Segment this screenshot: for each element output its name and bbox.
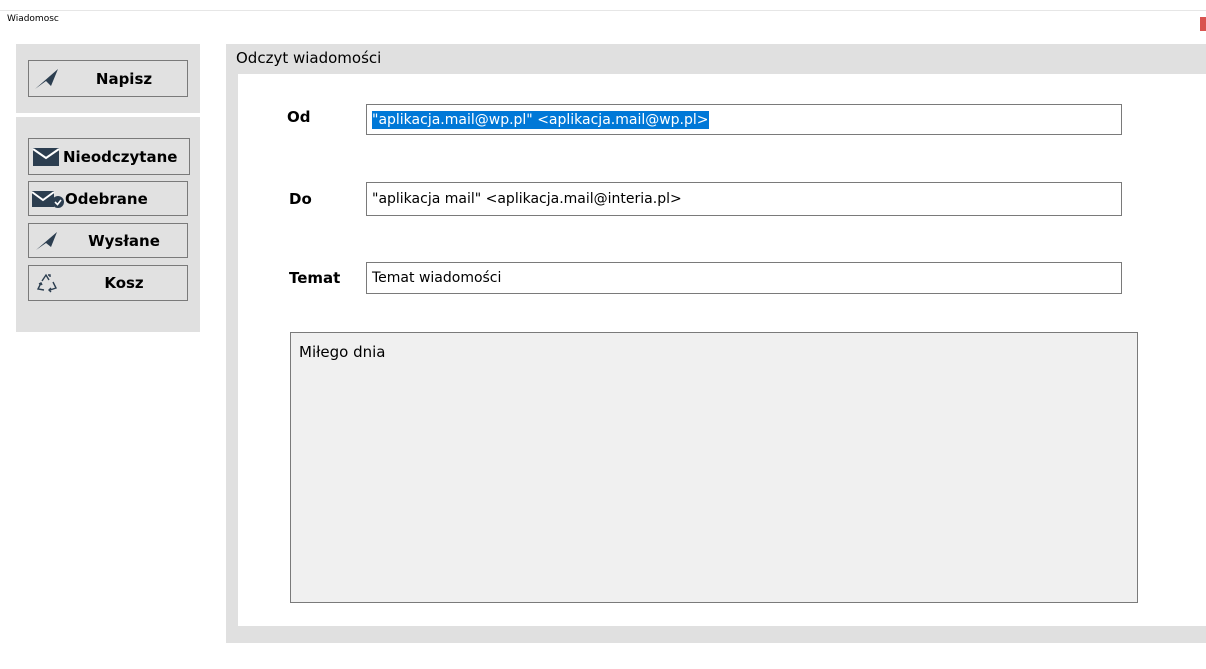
folders-panel: Nieodczytane Odebrane Wysłane Kosz [16, 117, 200, 332]
from-label: Od [287, 108, 311, 126]
envelope-icon [31, 147, 61, 167]
subject-label: Temat [289, 269, 341, 287]
window-title: Wiadomosc [7, 14, 59, 24]
folder-unread-label: Nieodczytane [63, 147, 178, 166]
folder-received-button[interactable]: Odebrane [28, 181, 188, 216]
folder-sent-label: Wysłane [88, 231, 160, 250]
folder-unread-button[interactable]: Nieodczytane [28, 138, 190, 175]
from-value: "aplikacja.mail@wp.pl" <aplikacja.mail@w… [372, 110, 709, 129]
paper-plane-icon [33, 231, 61, 251]
paper-plane-icon [33, 68, 61, 90]
panel-title: Odczyt wiadomości [236, 49, 382, 67]
compose-button[interactable]: Napisz [28, 60, 188, 97]
subject-value: Temat wiadomości [372, 270, 502, 286]
to-label: Do [289, 190, 312, 208]
message-body-text: Miłego dnia [299, 343, 386, 361]
close-button[interactable] [1200, 17, 1206, 31]
envelope-check-icon [31, 189, 65, 209]
title-bar: Wiadomosc [0, 0, 1206, 31]
folder-trash-label: Kosz [104, 274, 144, 292]
message-body[interactable]: Miłego dnia [290, 332, 1138, 603]
folder-received-label: Odebrane [65, 189, 148, 208]
folder-trash-button[interactable]: Kosz [28, 265, 188, 301]
to-field[interactable]: "aplikacja mail" <aplikacja.mail@interia… [366, 182, 1122, 216]
compose-panel: Napisz [16, 44, 200, 113]
to-value: "aplikacja mail" <aplikacja.mail@interia… [372, 191, 682, 207]
subject-field[interactable]: Temat wiadomości [366, 262, 1122, 294]
from-field[interactable]: "aplikacja.mail@wp.pl" <aplikacja.mail@w… [366, 104, 1122, 135]
top-divider [0, 10, 1206, 11]
recycle-icon [33, 272, 61, 294]
compose-label: Napisz [95, 69, 153, 88]
folder-sent-button[interactable]: Wysłane [28, 223, 188, 258]
